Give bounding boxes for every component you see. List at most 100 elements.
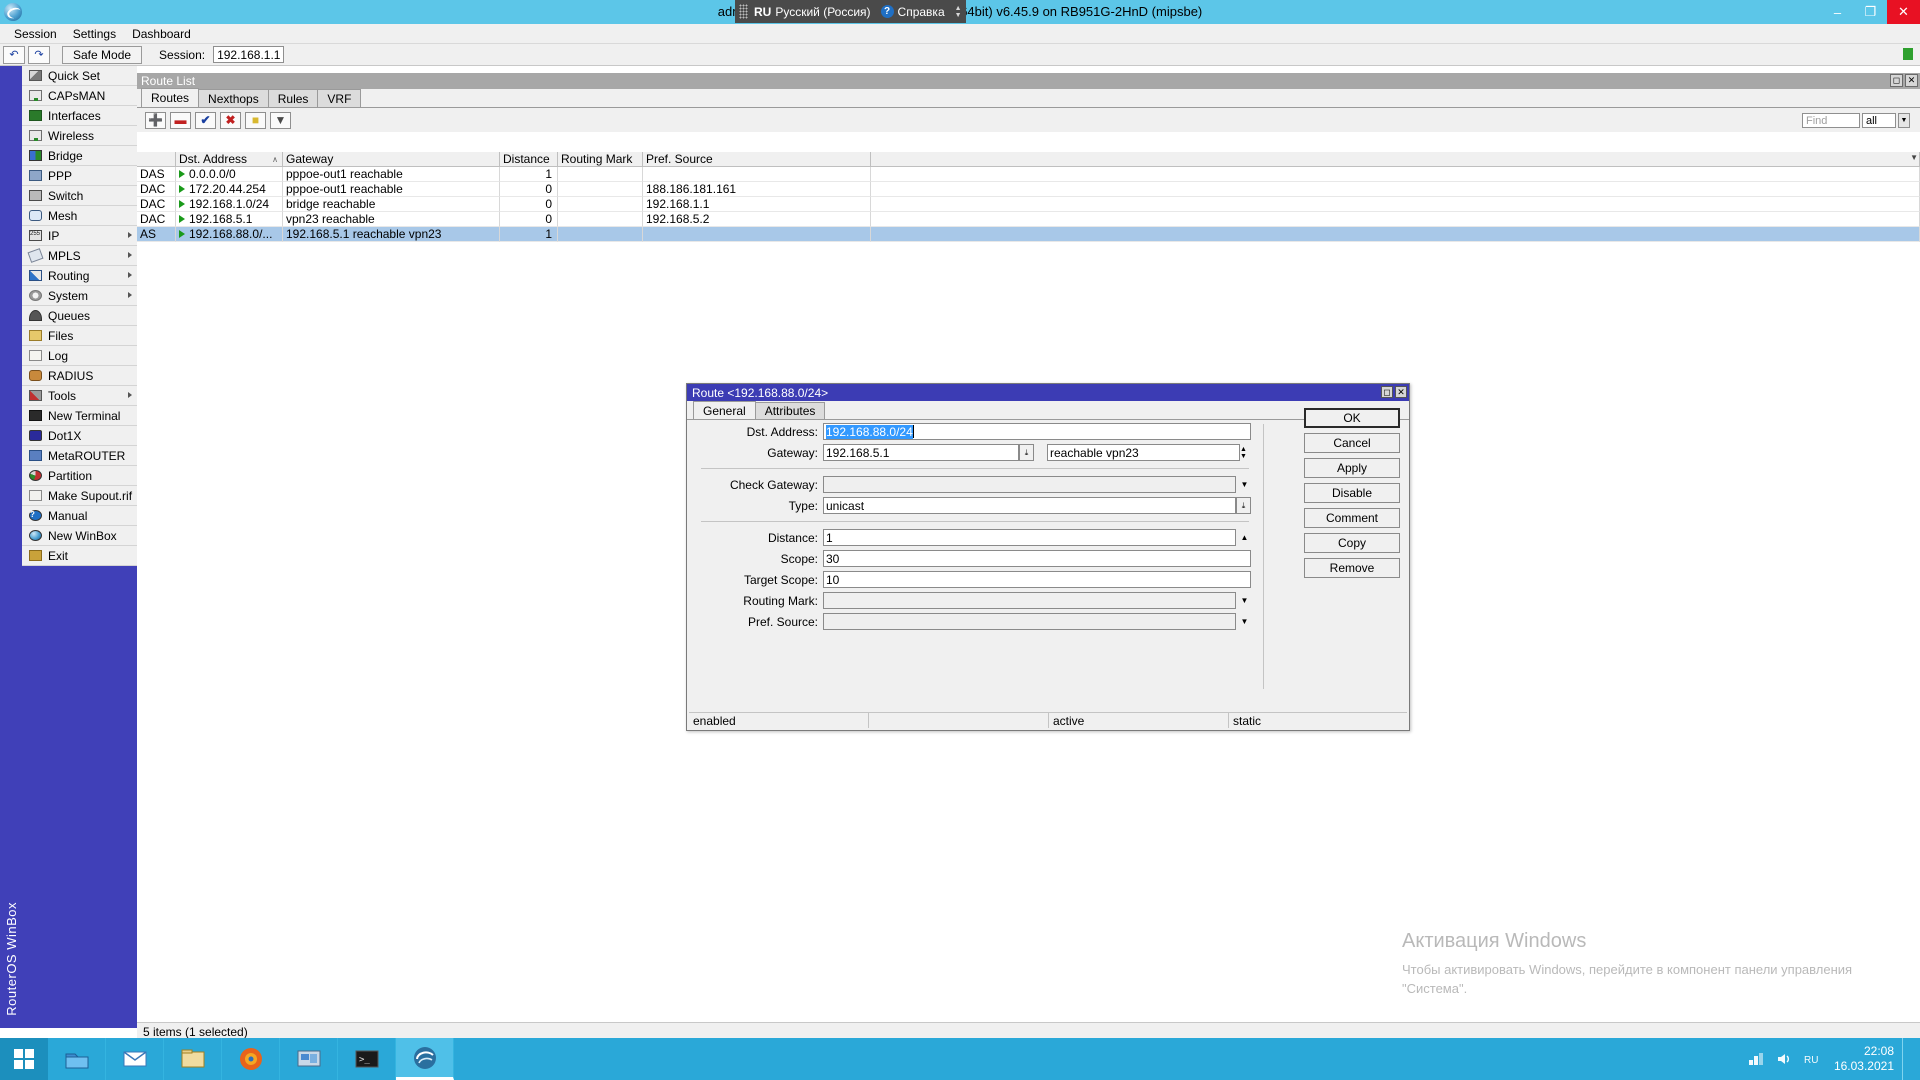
sidebar-item-partition[interactable]: Partition: [22, 466, 137, 486]
table-row[interactable]: DAC 192.168.1.0/24 bridge reachable 0 192.16…: [137, 197, 1920, 212]
help-icon[interactable]: ?: [880, 5, 894, 18]
input-routing-mark[interactable]: [823, 592, 1236, 609]
column-header-distance[interactable]: Distance: [500, 152, 558, 167]
tab-attributes[interactable]: Attributes: [754, 402, 826, 419]
tab-nexthops[interactable]: Nexthops: [198, 89, 269, 107]
taskbar-item-winbox[interactable]: [396, 1038, 454, 1080]
minimize-restore-icon[interactable]: ▲ ▼: [955, 5, 962, 19]
comment-button[interactable]: Comment: [1304, 508, 1400, 528]
close-icon[interactable]: ✕: [1905, 74, 1918, 87]
scroll-down-arrow-icon[interactable]: ▼: [1910, 153, 1918, 162]
language-code[interactable]: RU: [754, 5, 771, 19]
table-row[interactable]: DAC 172.20.44.254 pppoe-out1 reachable 0 188…: [137, 182, 1920, 197]
comment-icon[interactable]: ■: [245, 111, 266, 129]
drag-grip-icon[interactable]: [739, 4, 748, 19]
windows-start-icon[interactable]: [0, 1038, 48, 1080]
sidebar-item-files[interactable]: Files: [22, 326, 137, 346]
input-distance[interactable]: 1: [823, 529, 1236, 546]
show-desktop-icon[interactable]: [1902, 1038, 1910, 1080]
input-gateway[interactable]: 192.168.5.1: [823, 444, 1019, 461]
taskbar-item-mail[interactable]: [106, 1038, 164, 1080]
disable-icon[interactable]: ✖: [220, 111, 241, 129]
sidebar-item-dot1x[interactable]: Dot1X: [22, 426, 137, 446]
tab-routes[interactable]: Routes: [141, 88, 200, 107]
sidebar-item-system[interactable]: System: [22, 286, 137, 306]
taskbar-clock[interactable]: 22:08 16.03.2021: [1834, 1044, 1894, 1074]
tab-general[interactable]: General: [693, 401, 756, 419]
sidebar-item-bridge[interactable]: Bridge: [22, 146, 137, 166]
disable-button[interactable]: Disable: [1304, 483, 1400, 503]
language-bar[interactable]: RU Русский (Россия) ? Справка ▲ ▼: [735, 0, 966, 23]
sidebar-item-make-supout-rif[interactable]: Make Supout.rif: [22, 486, 137, 506]
input-check-gateway[interactable]: [823, 476, 1236, 493]
add-icon[interactable]: ➕: [145, 111, 166, 129]
sidebar-item-exit[interactable]: Exit: [22, 546, 137, 566]
input-type[interactable]: unicast: [823, 497, 1236, 514]
menu-item-settings[interactable]: Settings: [65, 25, 124, 43]
session-address[interactable]: 192.168.1.1: [213, 46, 285, 63]
sidebar-item-manual[interactable]: ? Manual: [22, 506, 137, 526]
language-name[interactable]: Русский (Россия): [775, 5, 870, 19]
sidebar-item-capsman[interactable]: CAPsMAN: [22, 86, 137, 106]
undo-icon[interactable]: ↶: [3, 45, 25, 64]
sidebar-item-mesh[interactable]: Mesh: [22, 206, 137, 226]
minimize-button[interactable]: –: [1821, 0, 1854, 24]
sidebar-item-ip[interactable]: 255 IP: [22, 226, 137, 246]
sidebar-item-new-terminal[interactable]: New Terminal: [22, 406, 137, 426]
input-scope[interactable]: 30: [823, 550, 1251, 567]
tab-rules[interactable]: Rules: [267, 89, 319, 107]
sidebar-item-metarouter[interactable]: MetaROUTER: [22, 446, 137, 466]
gateway-dropdown-icon[interactable]: ⤓: [1019, 444, 1034, 461]
sidebar-item-queues[interactable]: Queues: [22, 306, 137, 326]
filter-scope-select[interactable]: all: [1862, 113, 1896, 128]
menu-item-dashboard[interactable]: Dashboard: [124, 25, 199, 43]
column-header-flags[interactable]: [137, 152, 176, 167]
language-icon[interactable]: RU: [1803, 1050, 1821, 1068]
menu-item-session[interactable]: Session: [6, 25, 65, 43]
sidebar-item-mpls[interactable]: MPLS: [22, 246, 137, 266]
enable-icon[interactable]: ✔: [195, 111, 216, 129]
column-header-routing-mark[interactable]: Routing Mark: [558, 152, 643, 167]
remove-icon[interactable]: ▬: [170, 111, 191, 129]
sidebar-item-new-winbox[interactable]: New WinBox: [22, 526, 137, 546]
column-header-pref-source[interactable]: Pref. Source: [643, 152, 871, 167]
tab-vrf[interactable]: VRF: [317, 89, 362, 107]
input-pref-source[interactable]: [823, 613, 1236, 630]
apply-button[interactable]: Apply: [1304, 458, 1400, 478]
gateway-spinner-icon[interactable]: ▲ ▼: [1238, 446, 1249, 460]
table-row[interactable]: DAC 192.168.5.1 vpn23 reachable 0 192.168.5.…: [137, 212, 1920, 227]
chevron-down-icon[interactable]: ▼: [1238, 476, 1251, 493]
restore-icon[interactable]: ◻: [1890, 74, 1903, 87]
sidebar-item-routing[interactable]: Routing: [22, 266, 137, 286]
taskbar-item-remote-desktop[interactable]: [280, 1038, 338, 1080]
column-header-gateway[interactable]: Gateway: [283, 152, 500, 167]
find-input[interactable]: Find: [1802, 113, 1860, 128]
ok-button[interactable]: OK: [1304, 408, 1400, 428]
column-header-dst-address[interactable]: Dst. Address: [176, 152, 283, 167]
table-row[interactable]: DAS 0.0.0.0/0 pppoe-out1 reachable 1: [137, 167, 1920, 182]
sidebar-item-radius[interactable]: RADIUS: [22, 366, 137, 386]
remove-button[interactable]: Remove: [1304, 558, 1400, 578]
sidebar-item-switch[interactable]: Switch: [22, 186, 137, 206]
sidebar-item-tools[interactable]: Tools: [22, 386, 137, 406]
distance-spinner-icon[interactable]: ▲: [1238, 529, 1251, 546]
help-label[interactable]: Справка: [898, 5, 945, 19]
restore-icon[interactable]: ◻: [1381, 386, 1393, 398]
sidebar-item-wireless[interactable]: Wireless: [22, 126, 137, 146]
cancel-button[interactable]: Cancel: [1304, 433, 1400, 453]
sidebar-item-interfaces[interactable]: Interfaces: [22, 106, 137, 126]
taskbar-item-folder-explorer[interactable]: [48, 1038, 106, 1080]
volume-icon[interactable]: [1775, 1050, 1793, 1068]
sidebar-item-log[interactable]: Log: [22, 346, 137, 366]
network-icon[interactable]: [1747, 1050, 1765, 1068]
table-row[interactable]: AS 192.168.88.0/... 192.168.5.1 reachable …: [137, 227, 1920, 242]
close-button[interactable]: ✕: [1887, 0, 1920, 24]
sidebar-item-ppp[interactable]: PPP: [22, 166, 137, 186]
safe-mode-button[interactable]: Safe Mode: [62, 45, 143, 64]
close-icon[interactable]: ✕: [1395, 386, 1407, 398]
type-dropdown-icon[interactable]: ⤓: [1236, 497, 1251, 514]
input-dst-address[interactable]: 192.168.88.0/24: [823, 423, 1251, 440]
taskbar-item-terminal[interactable]: >_: [338, 1038, 396, 1080]
chevron-down-icon[interactable]: ▼: [1238, 592, 1251, 609]
input-target-scope[interactable]: 10: [823, 571, 1251, 588]
